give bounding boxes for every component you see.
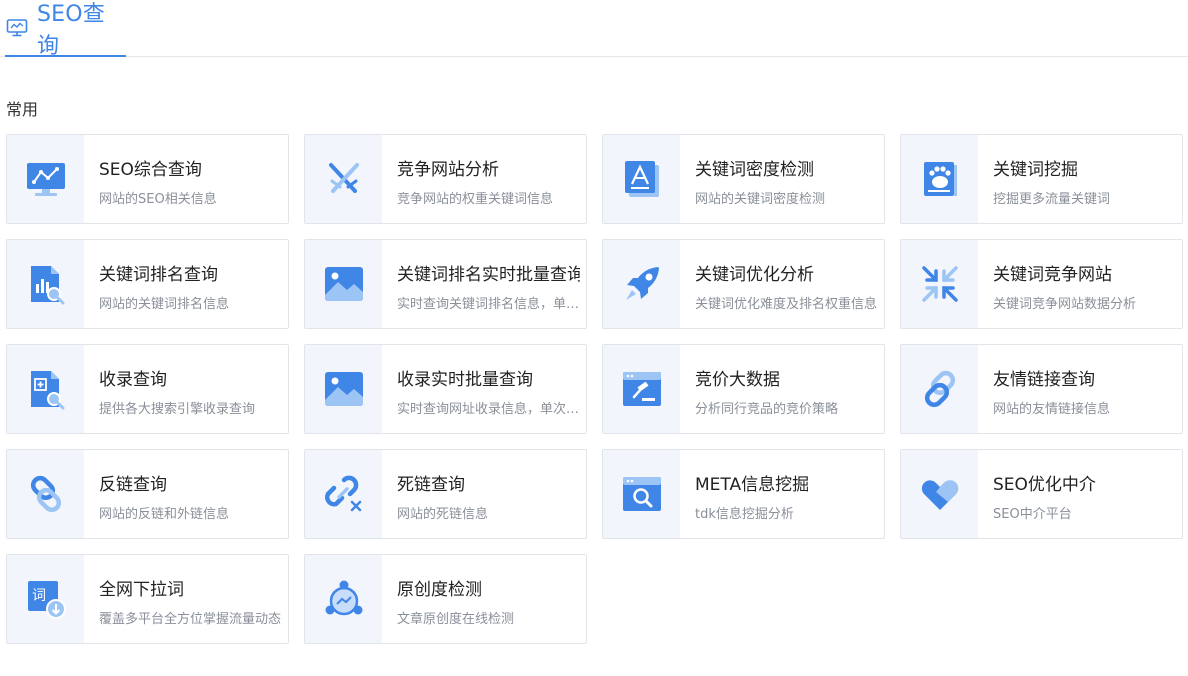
tool-desc: 网站的友情链接信息 [993,402,1111,417]
tool-card[interactable]: 死链查询 网站的死链信息 [304,449,587,539]
tool-desc: 覆盖多平台全方位掌握流量动态 [99,612,282,627]
tool-card[interactable]: 竞争网站分析 竞争网站的权重关键词信息 [304,134,587,224]
monitor-icon [5,16,29,40]
network-nodes-icon [305,555,382,643]
browser-search-icon [603,450,680,538]
tool-desc: 实时查询网址收录信息，单次… [397,402,580,417]
reverse-link-icon [7,450,84,538]
tool-card[interactable]: 词 全网下拉词 覆盖多平台全方位掌握流量动态 [6,554,289,644]
tool-title: 竞价大数据 [695,370,780,390]
svg-text:词: 词 [32,588,46,604]
tool-title: 友情链接查询 [993,370,1095,390]
tool-card[interactable]: SEO综合查询 网站的SEO相关信息 [6,134,289,224]
tool-desc: 竞争网站的权重关键词信息 [397,192,554,207]
page-title: SEO查询 [37,1,105,59]
tool-card[interactable]: 关键词排名实时批量查询 实时查询关键词排名信息，单… [304,239,587,329]
rocket-icon [603,240,680,328]
document-search-chart-icon [7,240,84,328]
tool-desc: 挖掘更多流量关键词 [993,192,1111,207]
tool-card[interactable]: 反链查询 网站的反链和外链信息 [6,449,289,539]
image-mountain-icon [305,345,382,433]
tool-desc: 分析同行竞品的竞价策略 [695,402,839,417]
tool-card[interactable]: 关键词优化分析 关键词优化难度及排名权重信息 [602,239,885,329]
section-label-common: 常用 [6,100,39,119]
tool-desc: 实时查询关键词排名信息，单… [397,297,580,312]
tool-card[interactable]: 关键词排名查询 网站的关键词排名信息 [6,239,289,329]
tool-title: 关键词排名查询 [99,265,218,285]
tool-title: SEO综合查询 [99,160,202,180]
tool-title: 原创度检测 [397,580,482,600]
tool-card[interactable]: 原创度检测 文章原创度在线检测 [304,554,587,644]
tool-desc: 文章原创度在线检测 [397,612,515,627]
tool-title: 收录实时批量查询 [397,370,533,390]
tool-card[interactable]: 关键词密度检测 网站的关键词密度检测 [602,134,885,224]
tool-card[interactable]: META信息挖掘 tdk信息挖掘分析 [602,449,885,539]
tool-desc: 网站的反链和外链信息 [99,507,230,522]
auction-hammer-icon [603,345,680,433]
tool-title: 关键词密度检测 [695,160,814,180]
monitor-chart-icon [7,135,84,223]
tool-card[interactable]: 收录实时批量查询 实时查询网址收录信息，单次… [304,344,587,434]
tool-title: 死链查询 [397,475,465,495]
tool-title: 反链查询 [99,475,167,495]
tool-card[interactable]: 关键词挖掘 挖掘更多流量关键词 [900,134,1183,224]
heart-handshake-icon [901,450,978,538]
baidu-paw-icon [901,135,978,223]
tool-desc: 关键词优化难度及排名权重信息 [695,297,878,312]
broken-link-icon [305,450,382,538]
tool-card[interactable]: 收录查询 提供各大搜索引擎收录查询 [6,344,289,434]
tool-desc: 网站的关键词排名信息 [99,297,230,312]
tool-grid: SEO综合查询 网站的SEO相关信息 竞争网站分析 竞争网站的权重关键词信息 关… [6,134,1183,644]
tab-seo-query[interactable]: SEO查询 [5,0,126,59]
compress-arrows-icon [901,240,978,328]
tool-title: META信息挖掘 [695,475,810,495]
tool-title: 关键词排名实时批量查询 [397,265,580,285]
tool-desc: SEO中介平台 [993,507,1072,522]
tool-desc: 网站的SEO相关信息 [99,192,217,207]
tool-desc: 关键词竞争网站数据分析 [993,297,1137,312]
tool-title: 收录查询 [99,370,167,390]
letter-a-document-icon [603,135,680,223]
tool-card[interactable]: 竞价大数据 分析同行竞品的竞价策略 [602,344,885,434]
tool-title: 关键词竞争网站 [993,265,1112,285]
page-header: SEO查询 [0,0,1188,59]
tool-desc: 网站的死链信息 [397,507,489,522]
tool-card[interactable]: 关键词竞争网站 关键词竞争网站数据分析 [900,239,1183,329]
tool-card[interactable]: 友情链接查询 网站的友情链接信息 [900,344,1183,434]
crossed-swords-icon [305,135,382,223]
tool-desc: 网站的关键词密度检测 [695,192,826,207]
image-mountain-icon [305,240,382,328]
tool-title: 关键词挖掘 [993,160,1078,180]
tool-title: SEO优化中介 [993,475,1096,495]
tool-title: 全网下拉词 [99,580,184,600]
tool-desc: 提供各大搜索引擎收录查询 [99,402,256,417]
link-icon [901,345,978,433]
tool-desc: tdk信息挖掘分析 [695,507,794,522]
tool-title: 关键词优化分析 [695,265,814,285]
word-download-icon: 词 [7,555,84,643]
document-plus-search-icon [7,345,84,433]
tool-card[interactable]: SEO优化中介 SEO中介平台 [900,449,1183,539]
tool-title: 竞争网站分析 [397,160,499,180]
